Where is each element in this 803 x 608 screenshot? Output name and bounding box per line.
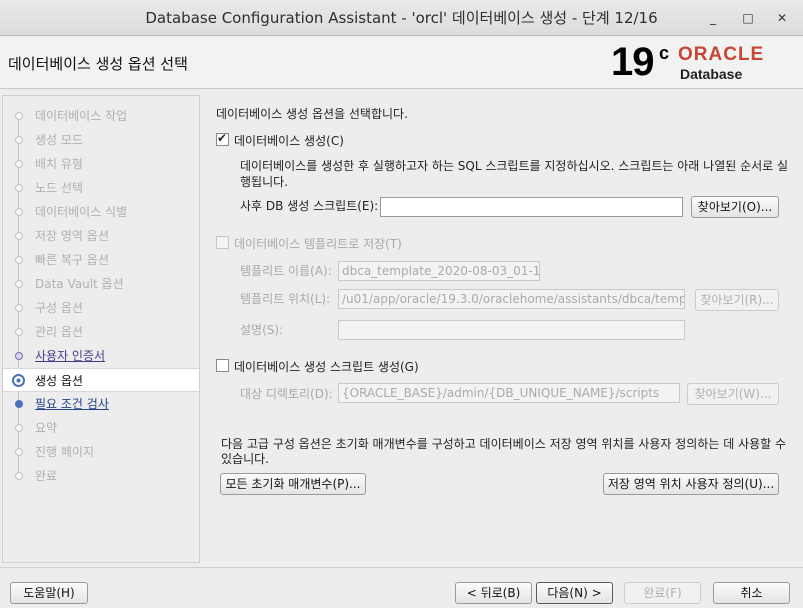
generate-scripts-checkbox[interactable] <box>216 359 229 372</box>
footer-divider <box>0 567 803 568</box>
browse-target-directory-button[interactable]: 찾아보기(W)... <box>687 383 779 405</box>
template-name-label: 템플리트 이름(A): <box>240 264 332 278</box>
nav-step-label: 데이터베이스 식별 <box>35 205 128 219</box>
nav-step-creation-option[interactable]: 생성 옵션 <box>3 368 199 392</box>
target-directory-label: 대상 디렉토리(D): <box>240 387 333 401</box>
step-dot-icon <box>15 304 23 312</box>
create-database-checkbox[interactable] <box>216 131 229 146</box>
nav-step-progress-page: 진행 페이지 <box>3 440 199 464</box>
current-step-icon <box>12 374 25 387</box>
intro-text: 데이터베이스 생성 옵션을 선택합니다. <box>216 107 408 121</box>
minimize-icon[interactable]: _ <box>703 8 723 28</box>
nav-step-user-credentials[interactable]: 사용자 인증서 <box>3 344 199 368</box>
oracle-logo-version: 19 <box>611 40 654 84</box>
step-dot-icon <box>15 424 23 432</box>
oracle-logo-suffix: c <box>659 43 670 63</box>
nav-step-summary: 요약 <box>3 416 199 440</box>
back-button[interactable]: < 뒤로(B) <box>455 582 532 604</box>
next-button[interactable]: 다음(N) > <box>536 582 613 604</box>
close-icon[interactable]: ✕ <box>772 8 792 28</box>
nav-step-label: 진행 페이지 <box>35 445 95 459</box>
step-dot-icon <box>15 448 23 456</box>
oracle-logo-brand: ORACLE <box>678 44 765 65</box>
browse-template-location-button[interactable]: 찾아보기(R)... <box>695 289 779 311</box>
window-titlebar: Database Configuration Assistant - 'orcl… <box>0 0 803 36</box>
nav-step-label: 요약 <box>35 421 58 435</box>
nav-step-node-selection: 노드 선택 <box>3 176 199 200</box>
nav-step-label: Data Vault 옵션 <box>35 277 124 291</box>
advanced-options-text-cont: 있습니다. <box>221 452 269 466</box>
step-dot-icon <box>15 280 23 288</box>
nav-step-label[interactable]: 생성 옵션 <box>35 369 83 393</box>
create-database-description-cont: 행됩니다. <box>240 175 288 189</box>
page-title: 데이터베이스 생성 옵션 선택 <box>8 55 188 73</box>
nav-step-label[interactable]: 필요 조건 검사 <box>35 392 109 416</box>
generate-scripts-label[interactable]: 데이터베이스 생성 스크립트 생성(G) <box>234 358 419 375</box>
advanced-options-text: 다음 고급 구성 옵션은 초기화 매개변수를 구성하고 데이터베이스 저장 영역… <box>221 437 787 451</box>
post-db-script-input[interactable] <box>380 197 683 217</box>
nav-step-label: 빠른 복구 옵션 <box>35 253 109 267</box>
nav-step-label: 저장 영역 옵션 <box>35 229 109 243</box>
step-dot-icon <box>15 400 23 408</box>
finish-button[interactable]: 완료(F) <box>624 582 701 604</box>
step-dot-icon <box>15 208 23 216</box>
step-dot-icon <box>15 352 23 360</box>
nav-step-creation-mode: 생성 모드 <box>3 128 199 152</box>
nav-step-management-options: 관리 옵션 <box>3 320 199 344</box>
template-description-input[interactable] <box>338 320 685 340</box>
nav-step-finish: 완료 <box>3 464 199 488</box>
step-navigation: 데이터베이스 작업 생성 모드 배치 유형 노드 선택 데이터베이스 식별 저장… <box>2 95 200 563</box>
window-title: Database Configuration Assistant - 'orcl… <box>145 9 658 27</box>
step-dot-icon <box>15 160 23 168</box>
template-location-input[interactable]: /u01/app/oracle/19.3.0/oraclehome/assist… <box>338 289 685 309</box>
all-init-params-button[interactable]: 모든 초기화 매개변수(P)... <box>220 473 366 495</box>
nav-step-data-vault: Data Vault 옵션 <box>3 272 199 296</box>
nav-step-prerequisite-checks[interactable]: 필요 조건 검사 <box>3 392 199 416</box>
nav-step-label: 배치 유형 <box>35 157 83 171</box>
nav-step-label: 노드 선택 <box>35 181 83 195</box>
step-dot-icon <box>15 256 23 264</box>
step-dot-icon <box>15 136 23 144</box>
oracle-logo-product: Database <box>680 66 743 82</box>
nav-step-database-identification: 데이터베이스 식별 <box>3 200 199 224</box>
step-dot-icon <box>15 184 23 192</box>
create-database-label[interactable]: 데이터베이스 생성(C) <box>234 132 344 149</box>
help-button[interactable]: 도움말(H) <box>10 582 88 604</box>
nav-step-label: 생성 모드 <box>35 133 83 147</box>
nav-step-database-operation: 데이터베이스 작업 <box>3 104 199 128</box>
step-dot-icon <box>15 232 23 240</box>
create-database-description: 데이터베이스를 생성한 후 실행하고자 하는 SQL 스크립트를 지정하십시오.… <box>240 159 789 173</box>
customize-storage-button[interactable]: 저장 영역 위치 사용자 정의(U)... <box>603 473 779 495</box>
nav-step-label: 완료 <box>35 469 58 483</box>
nav-step-deployment-type: 배치 유형 <box>3 152 199 176</box>
nav-step-fast-recovery: 빠른 복구 옵션 <box>3 248 199 272</box>
template-location-label: 템플리트 위치(L): <box>240 292 331 306</box>
nav-step-configuration-options: 구성 옵션 <box>3 296 199 320</box>
step-dot-icon <box>15 112 23 120</box>
step-dot-icon <box>15 328 23 336</box>
step-dot-icon <box>15 472 23 480</box>
nav-step-label: 데이터베이스 작업 <box>35 109 128 123</box>
nav-step-storage-option: 저장 영역 옵션 <box>3 224 199 248</box>
browse-post-script-button[interactable]: 찾아보기(O)... <box>691 196 779 218</box>
template-name-input[interactable]: dbca_template_2020-08-03_01-17- <box>338 261 540 281</box>
save-template-checkbox[interactable] <box>216 236 229 249</box>
save-template-label[interactable]: 데이터베이스 템플리트로 저장(T) <box>234 235 402 252</box>
nav-step-label[interactable]: 사용자 인증서 <box>35 344 105 368</box>
template-description-label: 설명(S): <box>240 323 284 337</box>
nav-step-label: 관리 옵션 <box>35 325 83 339</box>
target-directory-input[interactable]: {ORACLE_BASE}/admin/{DB_UNIQUE_NAME}/scr… <box>338 383 680 403</box>
nav-step-label: 구성 옵션 <box>35 301 83 315</box>
main-content: 데이터베이스 생성 옵션을 선택합니다. 데이터베이스 생성(C) 데이터베이스… <box>205 95 800 563</box>
post-db-script-label: 사후 DB 생성 스크립트(E): <box>240 199 379 213</box>
cancel-button[interactable]: 취소 <box>713 582 790 604</box>
maximize-icon[interactable]: □ <box>738 8 758 28</box>
